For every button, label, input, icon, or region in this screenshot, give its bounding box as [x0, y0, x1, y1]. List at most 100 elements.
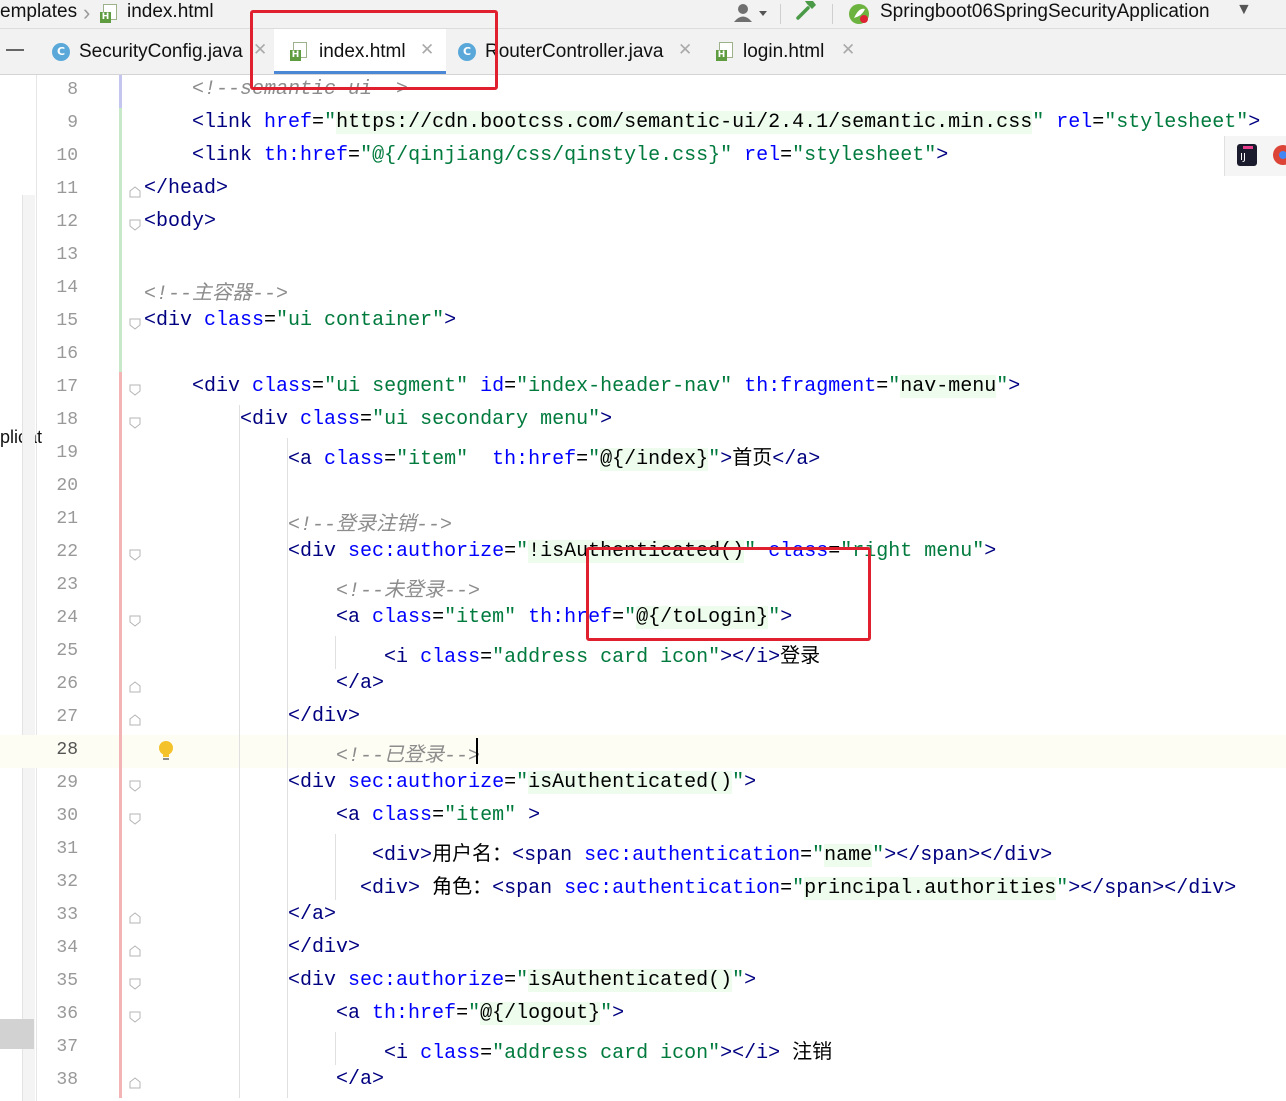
line-number[interactable]: 11 — [36, 179, 78, 199]
code-text[interactable]: <!--已登录--> — [144, 738, 480, 768]
line-number[interactable]: 12 — [36, 212, 78, 232]
code-line[interactable]: 27 </div> — [0, 702, 1286, 735]
line-number[interactable]: 34 — [36, 938, 78, 958]
line-number[interactable]: 26 — [36, 674, 78, 694]
line-number[interactable]: 8 — [36, 80, 78, 100]
code-line[interactable]: 36 <a th:href="@{/logout}"> — [0, 999, 1286, 1032]
fold-marker-icon[interactable] — [129, 779, 141, 792]
code-line[interactable]: 8 <!--semantic-ui--> — [0, 75, 1286, 108]
code-line[interactable]: 29 <div sec:authorize="isAuthenticated()… — [0, 768, 1286, 801]
code-text[interactable]: <div sec:authorize="!isAuthenticated()" … — [144, 540, 996, 563]
code-text[interactable]: <div class="ui secondary menu"> — [144, 408, 612, 431]
code-line[interactable]: 33 </a> — [0, 900, 1286, 933]
code-text[interactable]: <body> — [144, 210, 216, 233]
tab-index-html[interactable]: H index.html ✕ — [274, 29, 446, 74]
code-editor[interactable]: 8 <!--semantic-ui--> 9 <link href="https:… — [0, 75, 1286, 1101]
code-line[interactable]: 12 <body> — [0, 207, 1286, 240]
breadcrumb-file[interactable]: index.html — [127, 1, 214, 23]
code-text[interactable]: </div> — [144, 705, 360, 728]
code-text[interactable]: </div> — [144, 936, 360, 959]
line-number[interactable]: 14 — [36, 278, 78, 298]
code-line[interactable]: 21 <!--登录注销--> — [0, 504, 1286, 537]
line-number[interactable]: 35 — [36, 971, 78, 991]
line-number[interactable]: 33 — [36, 905, 78, 925]
collapse-icon[interactable] — [6, 49, 24, 51]
fold-marker-icon[interactable] — [129, 977, 141, 990]
line-number[interactable]: 16 — [36, 344, 78, 364]
code-line[interactable]: 9 <link href="https://cdn.bootcss.com/se… — [0, 108, 1286, 141]
code-text[interactable]: <a class="item" th:href="@{/index}">首页</… — [144, 441, 820, 471]
code-line[interactable]: 13 — [0, 240, 1286, 273]
line-number[interactable]: 37 — [36, 1037, 78, 1057]
tab-security-config[interactable]: C SecurityConfig.java ✕ — [48, 29, 270, 74]
code-line[interactable]: 35 <div sec:authorize="isAuthenticated()… — [0, 966, 1286, 999]
close-icon[interactable]: ✕ — [678, 40, 692, 60]
code-text[interactable]: <a class="item" > — [144, 804, 540, 827]
code-line[interactable]: 10 <link th:href="@{/qinjiang/css/qinsty… — [0, 141, 1286, 174]
code-text[interactable]: <link href="https://cdn.bootcss.com/sema… — [144, 111, 1260, 134]
fold-marker-icon[interactable] — [129, 383, 141, 396]
code-line[interactable]: 19 <a class="item" th:href="@{/index}">首… — [0, 438, 1286, 471]
line-number[interactable]: 36 — [36, 1004, 78, 1024]
code-text[interactable]: </a> — [144, 903, 336, 926]
close-icon[interactable]: ✕ — [420, 40, 434, 60]
code-line[interactable]: 34 </div> — [0, 933, 1286, 966]
code-line[interactable]: 22 <div sec:authorize="!isAuthenticated(… — [0, 537, 1286, 570]
line-number[interactable]: 23 — [36, 575, 78, 595]
code-line[interactable]: 24 <a class="item" th:href="@{/toLogin}"… — [0, 603, 1286, 636]
code-line[interactable]: 30 <a class="item" > — [0, 801, 1286, 834]
fold-marker-icon[interactable] — [129, 812, 141, 825]
user-icon[interactable] — [733, 2, 769, 24]
fold-marker-icon[interactable] — [129, 680, 141, 693]
line-number[interactable]: 31 — [36, 839, 78, 859]
code-text[interactable]: <a th:href="@{/logout}"> — [144, 1002, 624, 1025]
fold-marker-icon[interactable] — [129, 185, 141, 198]
close-icon[interactable]: ✕ — [253, 40, 267, 60]
code-line[interactable]: 31 <div>用户名：<span sec:authentication="na… — [0, 834, 1286, 867]
fold-marker-icon[interactable] — [129, 614, 141, 627]
code-text[interactable]: <div>用户名：<span sec:authentication="name"… — [144, 837, 1052, 867]
browser-preview-icons[interactable]: IJ — [1224, 136, 1286, 176]
code-line[interactable]: 32 <div> 角色：<span sec:authentication="pr… — [0, 867, 1286, 900]
code-text[interactable]: </a> — [144, 672, 384, 695]
line-number[interactable]: 17 — [36, 377, 78, 397]
code-text[interactable]: <div sec:authorize="isAuthenticated()"> — [144, 969, 756, 992]
code-text[interactable]: <div class="ui container"> — [144, 309, 456, 332]
code-line[interactable]: 14 <!--主容器--> — [0, 273, 1286, 306]
vcs-change-marker[interactable] — [119, 108, 122, 372]
code-text[interactable]: <!--semantic-ui--> — [144, 78, 408, 101]
breadcrumb-folder[interactable]: emplates — [0, 1, 77, 23]
code-line[interactable]: 25 <i class="address card icon"></i>登录 — [0, 636, 1286, 669]
tab-router-controller[interactable]: C RouterController.java ✕ — [452, 29, 702, 74]
line-number[interactable]: 13 — [36, 245, 78, 265]
line-number[interactable]: 25 — [36, 641, 78, 661]
line-number[interactable]: 19 — [36, 443, 78, 463]
code-line[interactable]: 16 — [0, 339, 1286, 372]
fold-marker-icon[interactable] — [129, 713, 141, 726]
vcs-change-marker[interactable] — [119, 372, 122, 1098]
fold-marker-icon[interactable] — [129, 548, 141, 561]
code-text[interactable]: <div sec:authorize="isAuthenticated()"> — [144, 771, 756, 794]
code-text[interactable]: <link th:href="@{/qinjiang/css/qinstyle.… — [144, 144, 948, 167]
fold-marker-icon[interactable] — [129, 1076, 141, 1089]
fold-marker-icon[interactable] — [129, 944, 141, 957]
code-text[interactable]: <!--未登录--> — [144, 573, 480, 603]
line-number[interactable]: 9 — [36, 113, 78, 133]
line-number[interactable]: 18 — [36, 410, 78, 430]
code-line[interactable]: 38 </a> — [0, 1065, 1286, 1098]
close-icon[interactable]: ✕ — [841, 40, 855, 60]
line-number[interactable]: 22 — [36, 542, 78, 562]
lightbulb-icon[interactable] — [156, 739, 176, 763]
code-text[interactable]: <div> 角色：<span sec:authentication="princ… — [144, 870, 1236, 900]
line-number[interactable]: 15 — [36, 311, 78, 331]
code-text[interactable]: <div class="ui segment" id="index-header… — [144, 375, 1020, 398]
code-text[interactable]: <i class="address card icon"></i>登录 — [144, 639, 820, 669]
code-line[interactable]: 23 <!--未登录--> — [0, 570, 1286, 603]
code-line[interactable]: 20 — [0, 471, 1286, 504]
code-text[interactable]: <!--主容器--> — [144, 276, 288, 306]
line-number[interactable]: 32 — [36, 872, 78, 892]
line-number[interactable]: 24 — [36, 608, 78, 628]
line-number[interactable]: 20 — [36, 476, 78, 496]
hammer-icon[interactable] — [795, 0, 819, 24]
code-text[interactable]: <!--登录注销--> — [144, 507, 452, 537]
